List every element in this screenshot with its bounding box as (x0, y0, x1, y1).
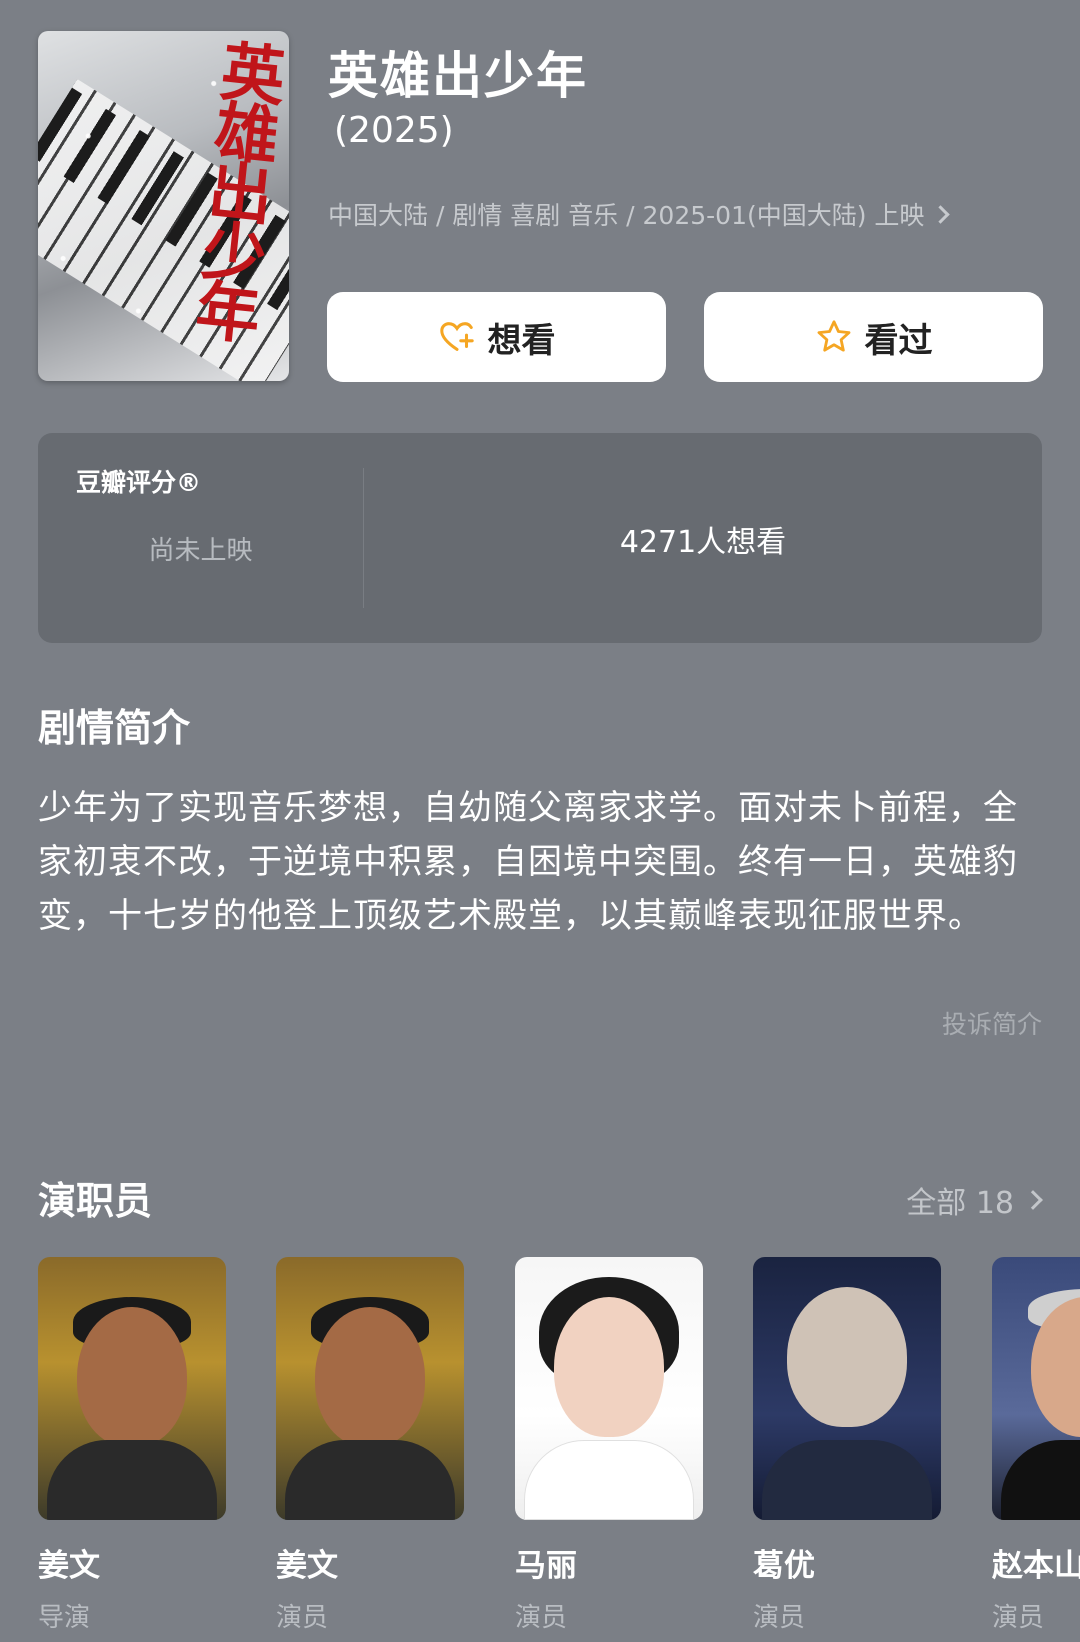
cast-member[interactable]: 赵本山 演员 (992, 1257, 1080, 1634)
cast-role: 演员 (753, 1603, 806, 1633)
cast-member[interactable]: 姜文 演员 (276, 1257, 464, 1634)
cast-photo (753, 1257, 941, 1520)
cast-all-link[interactable]: 全部 18 (906, 1178, 1043, 1222)
cast-photo (38, 1257, 226, 1520)
rating-status: 尚未上映 (148, 536, 253, 566)
cast-all-label: 全部 18 (906, 1186, 1014, 1221)
chevron-right-icon (1023, 1190, 1043, 1210)
douban-rating-label: 豆瓣评分® (76, 468, 202, 497)
movie-meta-link[interactable]: 中国大陆 / 剧情 喜剧 音乐 / 2025-01(中国大陆) 上映 (328, 196, 951, 232)
movie-year: (2025) (334, 110, 454, 151)
watched-button[interactable]: 看过 (704, 292, 1043, 382)
wish-count: 4271人想看 (619, 525, 787, 560)
cast-name: 马丽 (515, 1548, 577, 1584)
report-synopsis-link[interactable]: 投诉简介 (942, 1005, 1042, 1041)
synopsis-text: 少年为了实现音乐梦想，自幼随父离家求学。面对未卜前程，全家初衷不改，于逆境中积累… (38, 788, 1018, 936)
movie-poster[interactable]: 英雄出少年 (38, 31, 289, 381)
cast-photo (276, 1257, 464, 1520)
cast-role: 演员 (515, 1603, 568, 1633)
cast-photo (515, 1257, 703, 1520)
want-to-watch-label: 想看 (487, 320, 556, 361)
cast-name: 姜文 (38, 1548, 100, 1584)
movie-title: 英雄出少年 (328, 47, 588, 105)
rating-card[interactable]: 豆瓣评分® 尚未上映 4271人想看 (38, 433, 1042, 643)
cast-member[interactable]: 葛优 演员 (753, 1257, 941, 1634)
star-outline-icon (817, 320, 850, 352)
cast-photo (992, 1257, 1080, 1520)
chevron-right-icon (931, 204, 951, 224)
cast-heading: 演职员 (38, 1179, 153, 1223)
heart-plus-icon (439, 322, 474, 351)
cast-role: 演员 (276, 1603, 329, 1633)
cast-role: 导演 (38, 1603, 91, 1633)
want-to-watch-button[interactable]: 想看 (327, 292, 666, 382)
synopsis-heading: 剧情简介 (38, 706, 191, 750)
cast-member[interactable]: 姜文 导演 (38, 1257, 226, 1634)
cast-role: 演员 (992, 1603, 1045, 1633)
cast-list[interactable]: 姜文 导演 姜文 演员 马丽 演员 葛优 演员 赵本山 演员 (38, 1257, 1080, 1637)
movie-meta-text: 中国大陆 / 剧情 喜剧 音乐 / 2025-01(中国大陆) 上映 (328, 201, 925, 230)
cast-name: 赵本山 (992, 1548, 1080, 1584)
cast-name: 姜文 (276, 1548, 338, 1584)
cast-name: 葛优 (753, 1548, 815, 1584)
cast-member[interactable]: 马丽 演员 (515, 1257, 703, 1634)
watched-label: 看过 (864, 320, 933, 361)
